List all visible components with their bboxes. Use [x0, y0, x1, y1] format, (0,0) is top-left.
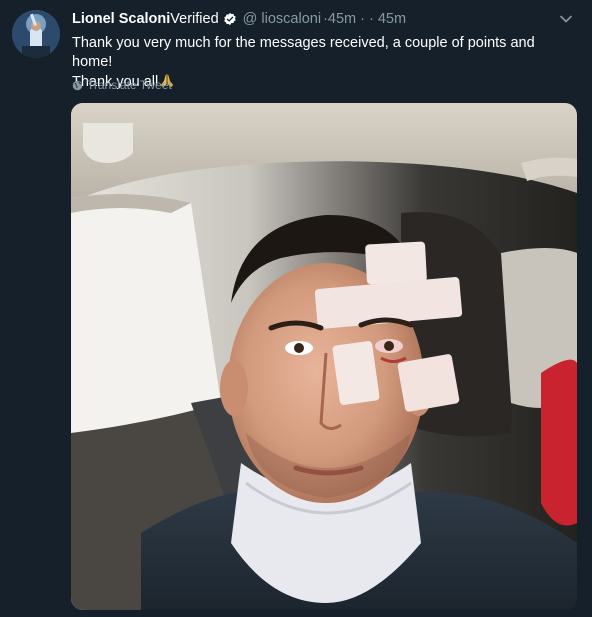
tweet-timestamp[interactable]: ·45m · · 45m: [323, 11, 406, 27]
tweet-photo[interactable]: [71, 103, 577, 610]
translate-label: Translate Tweet: [87, 78, 172, 92]
tweet-text-line-1: Thank you very much for the messages rec…: [72, 35, 535, 70]
verified-label: Verified: [170, 11, 219, 27]
avatar[interactable]: [12, 10, 60, 58]
photo-selfie-in-car: [71, 103, 577, 610]
author-name[interactable]: Lionel Scaloni: [72, 11, 170, 27]
chevron-down-icon[interactable]: [558, 11, 574, 27]
tweet-card[interactable]: Lionel Scaloni Verified @ lioscaloni ·45…: [0, 0, 592, 617]
avatar-image: [12, 10, 60, 58]
translate-tweet-link[interactable]: Translate Tweet: [72, 78, 172, 92]
tweet-header: Lionel Scaloni Verified @ lioscaloni ·45…: [72, 9, 406, 29]
author-handle[interactable]: @ lioscaloni: [243, 11, 321, 27]
globe-icon: [72, 80, 83, 91]
verified-badge-icon: [223, 12, 237, 26]
